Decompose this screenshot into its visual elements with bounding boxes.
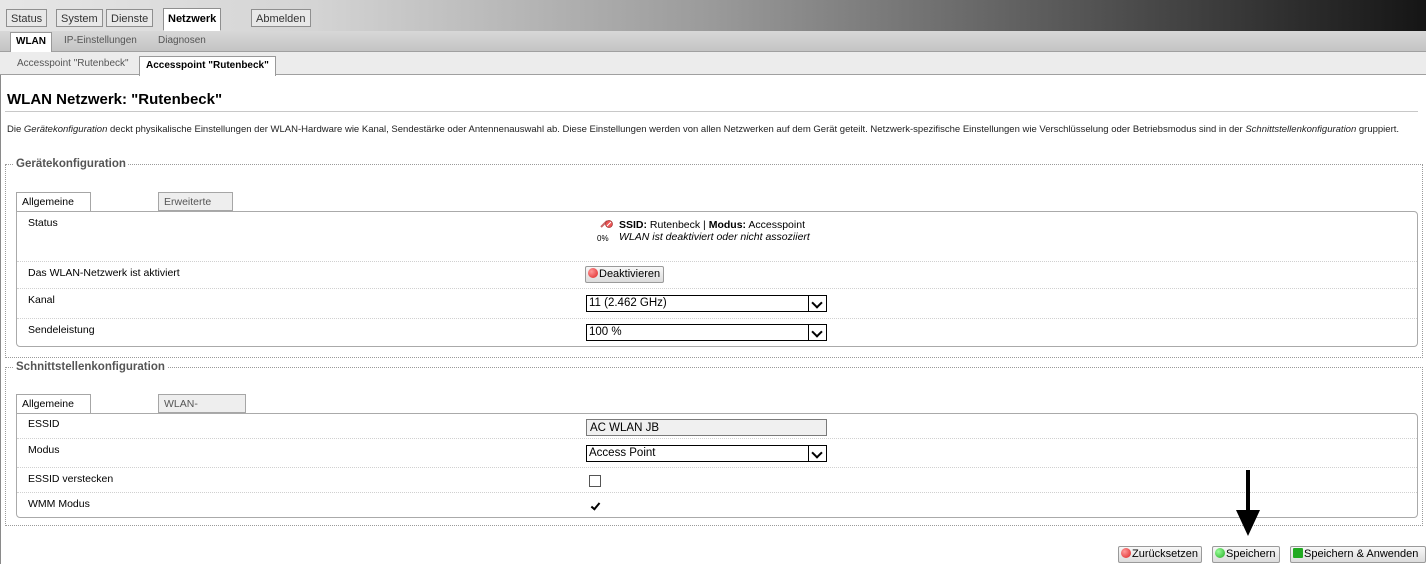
device-panel: Status 0% SSID: Rutenbeck | Modus: Acces…: [16, 211, 1418, 347]
tab-abmelden[interactable]: Abmelden: [251, 9, 311, 27]
status-info: SSID: Rutenbeck | Modus: Accesspoint WLA…: [619, 219, 810, 243]
essid-input[interactable]: [586, 419, 827, 436]
network-menu: Accesspoint "Rutenbeck" Accesspoint "Rut…: [0, 52, 1426, 76]
mode-row: Modus Access Point: [17, 439, 1417, 468]
ssid-value: Rutenbeck |: [647, 219, 709, 231]
wmm-checkbox[interactable]: [589, 500, 601, 512]
stop-icon: [588, 268, 598, 278]
channel-select[interactable]: 11 (2.462 GHz): [586, 295, 827, 312]
tab-general-settings[interactable]: Allgemeine Einstellungen: [16, 192, 92, 226]
wmm-row: WMM Modus: [17, 493, 1417, 519]
mode-select[interactable]: Access Point: [586, 445, 827, 462]
hide-essid-checkbox[interactable]: [589, 475, 601, 487]
subtab-wlan[interactable]: WLAN: [10, 32, 52, 53]
desc-text-3: gruppiert.: [1356, 124, 1400, 135]
save-icon: [1215, 548, 1225, 558]
desc-emphasis-2: Schnittstellenkonfiguration: [1245, 124, 1357, 135]
ssid-key: SSID:: [619, 219, 648, 231]
status-note: WLAN ist deaktiviert oder nicht assoziie…: [619, 231, 810, 243]
subtab-accesspoint-2[interactable]: Accesspoint "Rutenbeck": [139, 56, 276, 76]
page-description: Die Gerätekonfiguration deckt physikalis…: [7, 124, 1417, 136]
tab-netzwerk[interactable]: Netzwerk: [163, 8, 222, 31]
tab-wlan-encryption[interactable]: WLAN-Verschlüsselung: [158, 394, 247, 428]
left-border: [0, 0, 1, 564]
sub-menu: WLAN IP-Einstellungen Diagnosen: [0, 31, 1426, 53]
interface-config-section: Schnittstellenkonfiguration Allgemeine E…: [5, 361, 1423, 526]
tab-advanced-settings[interactable]: Erweiterte Einstellungen: [158, 192, 234, 226]
enabled-label: Das WLAN-Netzwerk ist aktiviert: [28, 267, 180, 279]
subtab-diagnosen[interactable]: Diagnosen: [153, 31, 211, 51]
chevron-down-icon: [808, 446, 826, 461]
save-button-label: Speichern: [1226, 548, 1276, 560]
subtab-accesspoint-1[interactable]: Accesspoint "Rutenbeck": [11, 55, 135, 73]
reset-button-label: Zurücksetzen: [1132, 548, 1199, 560]
interface-panel: ESSID Modus Access Point ESSID verstecke…: [16, 413, 1418, 518]
essid-label: ESSID: [28, 418, 60, 430]
tab-dienste[interactable]: Dienste: [106, 9, 154, 27]
chevron-down-icon: [808, 325, 826, 340]
chevron-down-icon: [808, 296, 826, 311]
mode-label: Modus: [28, 444, 60, 456]
txpower-select[interactable]: 100 %: [586, 324, 827, 341]
checkmark-icon: [590, 500, 601, 511]
desc-text-2: deckt physikalische Einstellungen der WL…: [107, 124, 1246, 135]
essid-row: ESSID: [17, 414, 1417, 439]
deactivate-button-label: Deaktivieren: [599, 268, 661, 280]
txpower-label: Sendeleistung: [28, 324, 95, 336]
modus-key: Modus:: [708, 219, 747, 231]
save-apply-button-label: Speichern & Anwenden: [1304, 548, 1419, 560]
deactivate-button[interactable]: Deaktivieren: [585, 266, 665, 283]
tab-status[interactable]: Status: [6, 9, 48, 27]
signal-percent: 0%: [597, 234, 609, 243]
desc-emphasis-1: Gerätekonfiguration: [23, 124, 108, 135]
device-config-section: Gerätekonfiguration Allgemeine Einstellu…: [5, 158, 1423, 358]
reset-icon: [1121, 548, 1131, 558]
annotation-arrow-icon: [1236, 470, 1260, 536]
tab-system[interactable]: System: [56, 9, 103, 27]
status-label: Status: [28, 217, 58, 229]
section-title-interface: Schnittstellenkonfiguration: [16, 361, 165, 373]
section-title-device: Gerätekonfiguration: [16, 158, 126, 170]
status-row: Status 0% SSID: Rutenbeck | Modus: Acces…: [17, 212, 1417, 262]
save-apply-button[interactable]: Speichern & Anwenden: [1290, 546, 1426, 563]
hide-essid-label: ESSID verstecken: [28, 473, 114, 485]
channel-row: Kanal 11 (2.462 GHz): [17, 289, 1417, 319]
save-button[interactable]: Speichern: [1212, 546, 1280, 563]
channel-select-value: 11 (2.462 GHz): [589, 297, 667, 309]
page-title: WLAN Netzwerk: "Rutenbeck": [7, 91, 223, 108]
txpower-row: Sendeleistung 100 %: [17, 319, 1417, 348]
top-menu: Status System Dienste Netzwerk Abmelden: [0, 0, 1426, 31]
txpower-select-value: 100 %: [589, 326, 622, 338]
mode-select-value: Access Point: [589, 447, 656, 459]
modus-value: Accesspoint: [746, 219, 805, 231]
reset-button[interactable]: Zurücksetzen: [1118, 546, 1203, 563]
desc-text-1: Die: [7, 124, 24, 135]
hide-essid-row: ESSID verstecken: [17, 468, 1417, 493]
enabled-row: Das WLAN-Netzwerk ist aktiviert Deaktivi…: [17, 262, 1417, 289]
subtab-ip-settings[interactable]: IP-Einstellungen: [59, 31, 142, 51]
status-ssid-line: SSID: Rutenbeck | Modus: Accesspoint: [619, 219, 810, 231]
tab-iface-general[interactable]: Allgemeine Einstellungen: [16, 394, 92, 428]
title-divider: [5, 111, 1418, 112]
wmm-label: WMM Modus: [28, 498, 90, 510]
signal-off-icon: [600, 220, 613, 228]
apply-icon: [1293, 548, 1303, 558]
channel-label: Kanal: [28, 294, 55, 306]
